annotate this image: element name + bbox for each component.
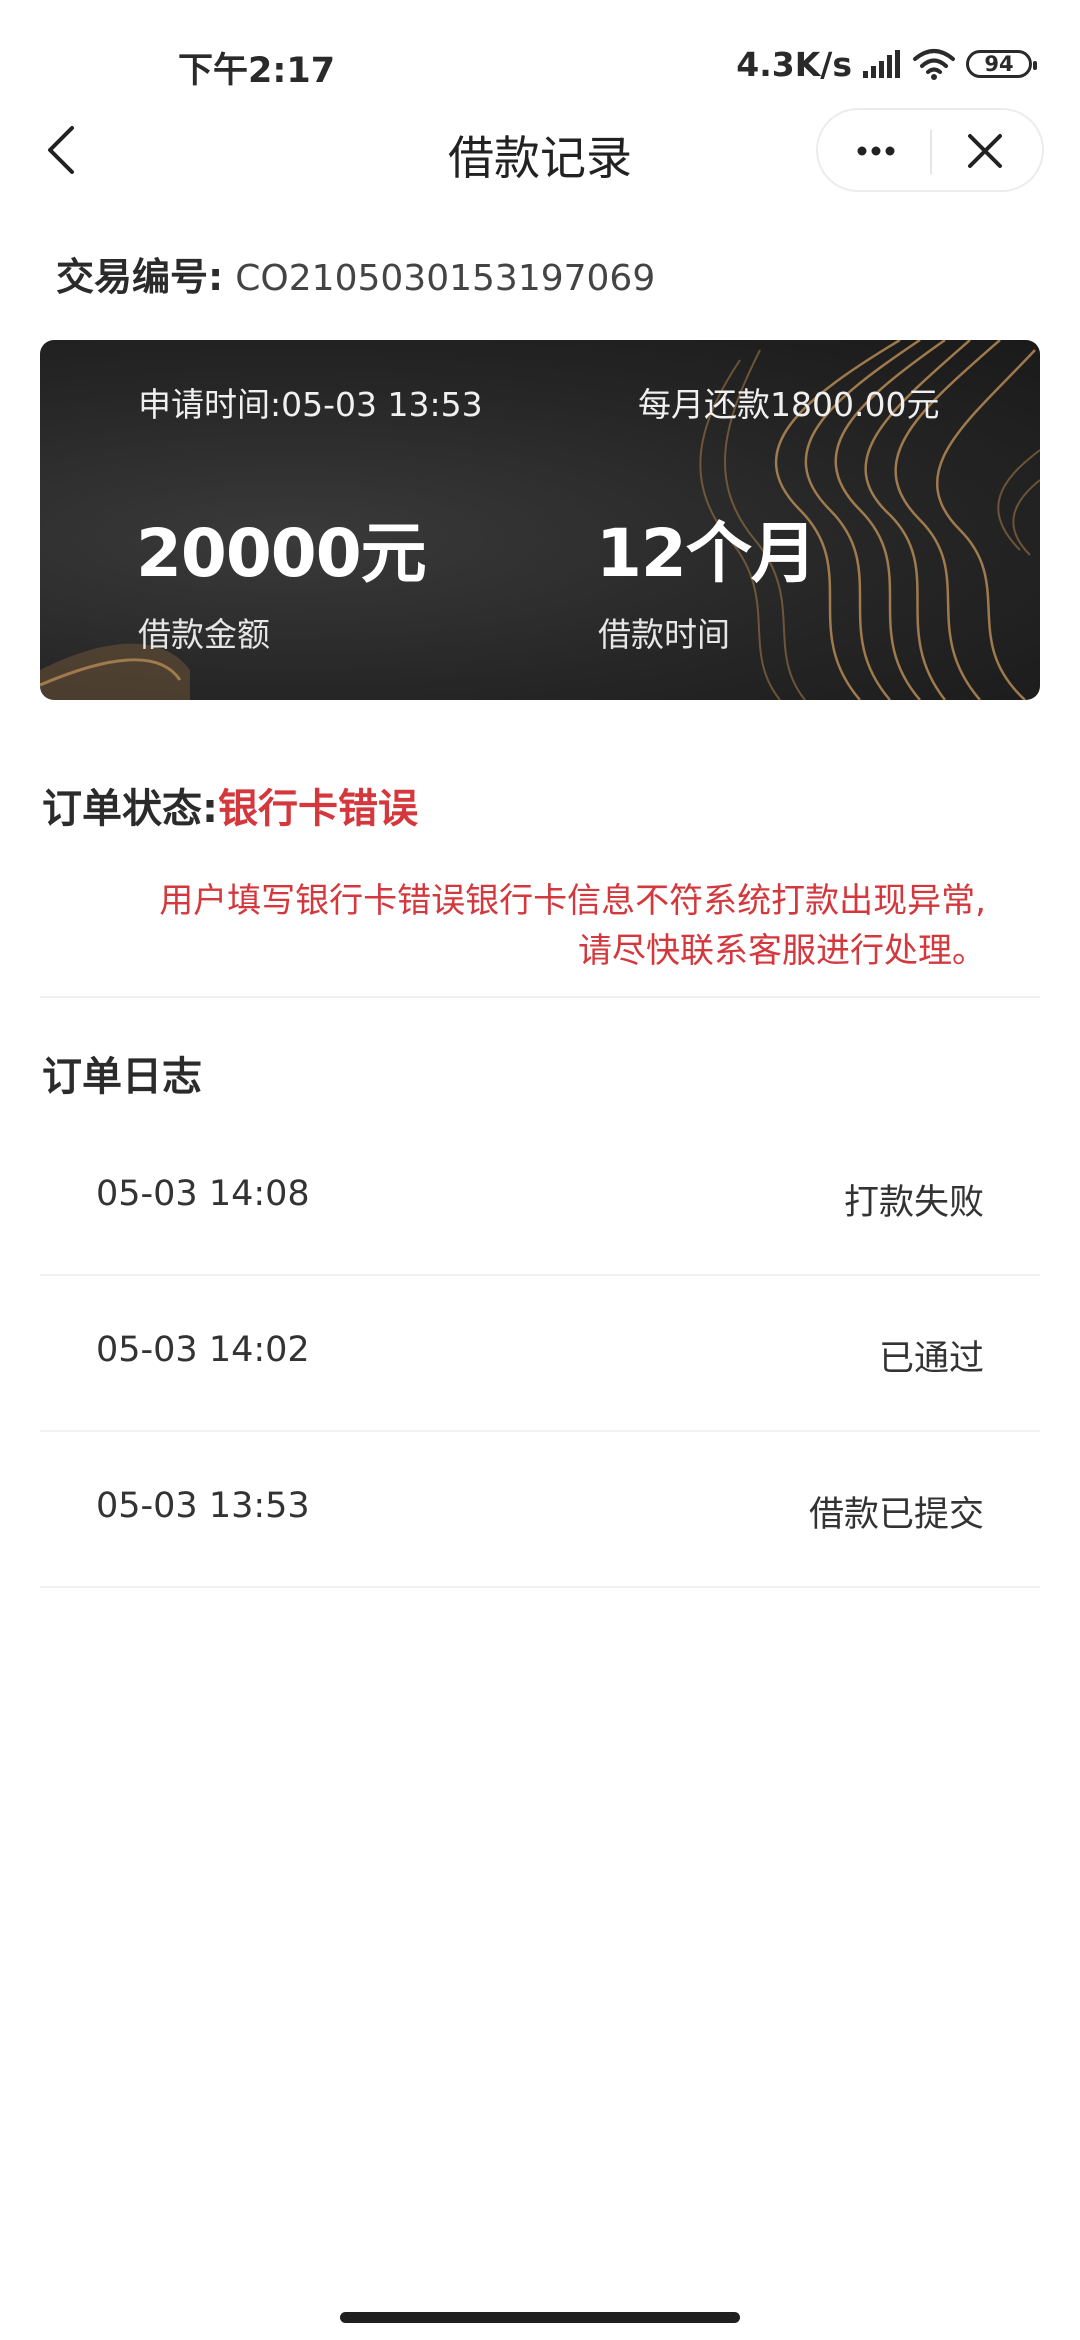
order-status-value: 银行卡错误: [218, 786, 418, 832]
battery-icon: 94: [966, 50, 1037, 78]
home-indicator[interactable]: [340, 2312, 740, 2323]
battery-level: 94: [984, 52, 1014, 76]
section-divider: [40, 996, 1040, 998]
loan-term-label: 借款时间: [598, 615, 730, 654]
log-entry-time: 05-03 14:02: [96, 1330, 310, 1370]
status-time: 下午2:17: [178, 51, 336, 91]
transaction-number-label: 交易编号:: [56, 255, 224, 299]
wifi-icon: [913, 49, 955, 80]
log-entry-status: 打款失败: [843, 1183, 984, 1223]
loan-term: 12个月: [596, 515, 817, 592]
apply-time: 申请时间:05-03 13:53: [138, 385, 483, 424]
log-entry-status: 借款已提交: [808, 1495, 984, 1535]
transaction-number: 交易编号: CO2105030153197069: [56, 246, 655, 301]
log-entry: 05-03 14:02 已通过: [40, 1276, 1040, 1432]
loan-amount-label: 借款金额: [138, 615, 270, 654]
order-status: 订单状态:银行卡错误: [42, 776, 418, 834]
log-entry-time: 05-03 13:53: [96, 1486, 310, 1526]
capsule-divider: [930, 130, 932, 174]
close-icon[interactable]: [960, 126, 1010, 176]
loan-summary-card: 申请时间:05-03 13:53 每月还款1800.00元 20000元 借款金…: [40, 340, 1040, 700]
nav-bar: 借款记录: [0, 100, 1080, 200]
status-indicators: 4.3K/s 94: [736, 42, 1037, 86]
log-entry: 05-03 14:08 打款失败: [40, 1120, 1040, 1276]
log-entry: 05-03 13:53 借款已提交: [40, 1432, 1040, 1588]
order-log-title: 订单日志: [42, 1054, 202, 1100]
more-dots-icon[interactable]: [848, 126, 904, 176]
signal-icon: [863, 50, 900, 78]
order-status-note: 用户填写银行卡错误银行卡信息不符系统打款出现异常,请尽快联系客服进行处理。: [159, 881, 986, 971]
monthly-repayment: 每月还款1800.00元: [638, 385, 940, 424]
log-entry-status: 已通过: [878, 1339, 984, 1379]
network-speed: 4.3K/s: [736, 44, 852, 84]
mini-program-capsule: [816, 108, 1044, 192]
order-status-label: 订单状态:: [42, 786, 218, 832]
transaction-number-value: CO2105030153197069: [235, 258, 656, 299]
loan-amount: 20000元: [136, 515, 427, 592]
log-entry-time: 05-03 14:08: [96, 1174, 310, 1214]
